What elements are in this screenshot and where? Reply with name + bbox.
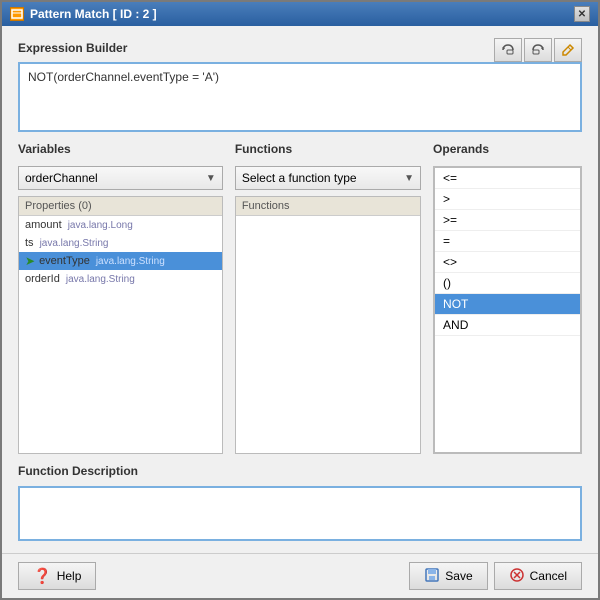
list-item[interactable]: ts java.lang.String bbox=[19, 234, 222, 252]
function-description-box[interactable] bbox=[18, 486, 582, 541]
dropdown-arrow-icon: ▼ bbox=[404, 173, 414, 184]
operand-item[interactable]: > bbox=[435, 189, 580, 210]
operand-item[interactable]: () bbox=[435, 273, 580, 294]
functions-dropdown-value: Select a function type bbox=[242, 171, 357, 185]
item-name: amount bbox=[25, 219, 62, 231]
pencil-icon bbox=[560, 42, 576, 58]
footer-right-buttons: Save Cancel bbox=[409, 562, 582, 590]
expression-input[interactable]: NOT(orderChannel.eventType = 'A') bbox=[18, 62, 582, 132]
item-type: java.lang.String bbox=[96, 256, 165, 267]
variables-dropdown-value: orderChannel bbox=[25, 171, 98, 185]
operand-item[interactable]: = bbox=[435, 231, 580, 252]
operands-label: Operands bbox=[433, 142, 582, 156]
item-name: ts bbox=[25, 237, 34, 249]
item-name: eventType bbox=[39, 255, 90, 267]
item-name: orderId bbox=[25, 273, 60, 285]
clear-button[interactable] bbox=[554, 38, 582, 62]
operand-item[interactable]: <= bbox=[435, 168, 580, 189]
help-button[interactable]: ❓ Help bbox=[18, 562, 96, 590]
close-button[interactable]: ✕ bbox=[574, 6, 590, 22]
cancel-label: Cancel bbox=[530, 569, 567, 583]
expression-content: NOT(orderChannel.eventType = 'A') bbox=[28, 70, 219, 84]
undo-icon bbox=[500, 42, 516, 58]
functions-dropdown[interactable]: Select a function type ▼ bbox=[235, 166, 421, 190]
list-item[interactable]: orderId java.lang.String bbox=[19, 270, 222, 288]
operand-item-selected[interactable]: NOT bbox=[435, 294, 580, 315]
cancel-button[interactable]: Cancel bbox=[494, 562, 582, 590]
item-type: java.lang.String bbox=[40, 238, 109, 249]
variables-dropdown[interactable]: orderChannel ▼ bbox=[18, 166, 223, 190]
footer: ❓ Help Save bbox=[2, 553, 598, 598]
main-window: Pattern Match [ ID : 2 ] ✕ Expression Bu… bbox=[0, 0, 600, 600]
redo-button[interactable] bbox=[524, 38, 552, 62]
operands-column: Operands <= > >= = <> () NOT AND bbox=[433, 142, 582, 454]
window-title: Pattern Match [ ID : 2 ] bbox=[30, 7, 157, 21]
list-item-empty bbox=[236, 234, 420, 252]
variables-column: Variables orderChannel ▼ Properties (0) … bbox=[18, 142, 223, 454]
functions-list: Functions bbox=[235, 196, 421, 454]
list-item-selected[interactable]: ➤ eventType java.lang.String bbox=[19, 252, 222, 270]
list-item-empty bbox=[236, 252, 420, 270]
item-type: java.lang.Long bbox=[68, 220, 133, 231]
expression-header: Expression Builder bbox=[18, 38, 582, 62]
operand-item[interactable]: <> bbox=[435, 252, 580, 273]
variables-list-header: Properties (0) bbox=[19, 197, 222, 216]
title-bar: Pattern Match [ ID : 2 ] ✕ bbox=[2, 2, 598, 26]
expression-builder-section: Expression Builder bbox=[18, 38, 582, 132]
variables-label: Variables bbox=[18, 142, 223, 156]
cancel-icon bbox=[509, 567, 525, 586]
functions-column: Functions Select a function type ▼ Funct… bbox=[235, 142, 421, 454]
list-item-empty bbox=[19, 288, 222, 306]
redo-icon bbox=[530, 42, 546, 58]
expression-label: Expression Builder bbox=[18, 41, 127, 55]
function-description-label: Function Description bbox=[18, 464, 582, 478]
toolbar-buttons bbox=[494, 38, 582, 62]
variables-list: Properties (0) amount java.lang.Long ts … bbox=[18, 196, 223, 454]
help-label: Help bbox=[57, 569, 82, 583]
functions-label: Functions bbox=[235, 142, 421, 156]
list-item-empty bbox=[236, 288, 420, 306]
arrow-right-icon: ➤ bbox=[25, 254, 35, 268]
functions-list-header: Functions bbox=[236, 197, 420, 216]
window-icon bbox=[10, 7, 24, 21]
list-item-empty bbox=[19, 306, 222, 324]
save-icon bbox=[424, 567, 440, 586]
function-description-section: Function Description bbox=[18, 464, 582, 541]
three-columns: Variables orderChannel ▼ Properties (0) … bbox=[18, 142, 582, 454]
undo-button[interactable] bbox=[494, 38, 522, 62]
list-item-empty bbox=[236, 306, 420, 324]
help-icon: ❓ bbox=[33, 567, 52, 585]
save-label: Save bbox=[445, 569, 472, 583]
content-area: Expression Builder bbox=[2, 26, 598, 553]
operand-item[interactable]: AND bbox=[435, 315, 580, 336]
list-item-empty bbox=[236, 216, 420, 234]
functions-inner-list bbox=[236, 216, 420, 453]
title-bar-left: Pattern Match [ ID : 2 ] bbox=[10, 7, 157, 21]
operands-list: <= > >= = <> () NOT AND bbox=[434, 167, 581, 453]
save-button[interactable]: Save bbox=[409, 562, 487, 590]
item-type: java.lang.String bbox=[66, 274, 135, 285]
list-item[interactable]: amount java.lang.Long bbox=[19, 216, 222, 234]
dropdown-arrow-icon: ▼ bbox=[206, 173, 216, 184]
list-item-empty bbox=[236, 270, 420, 288]
operand-item[interactable]: >= bbox=[435, 210, 580, 231]
